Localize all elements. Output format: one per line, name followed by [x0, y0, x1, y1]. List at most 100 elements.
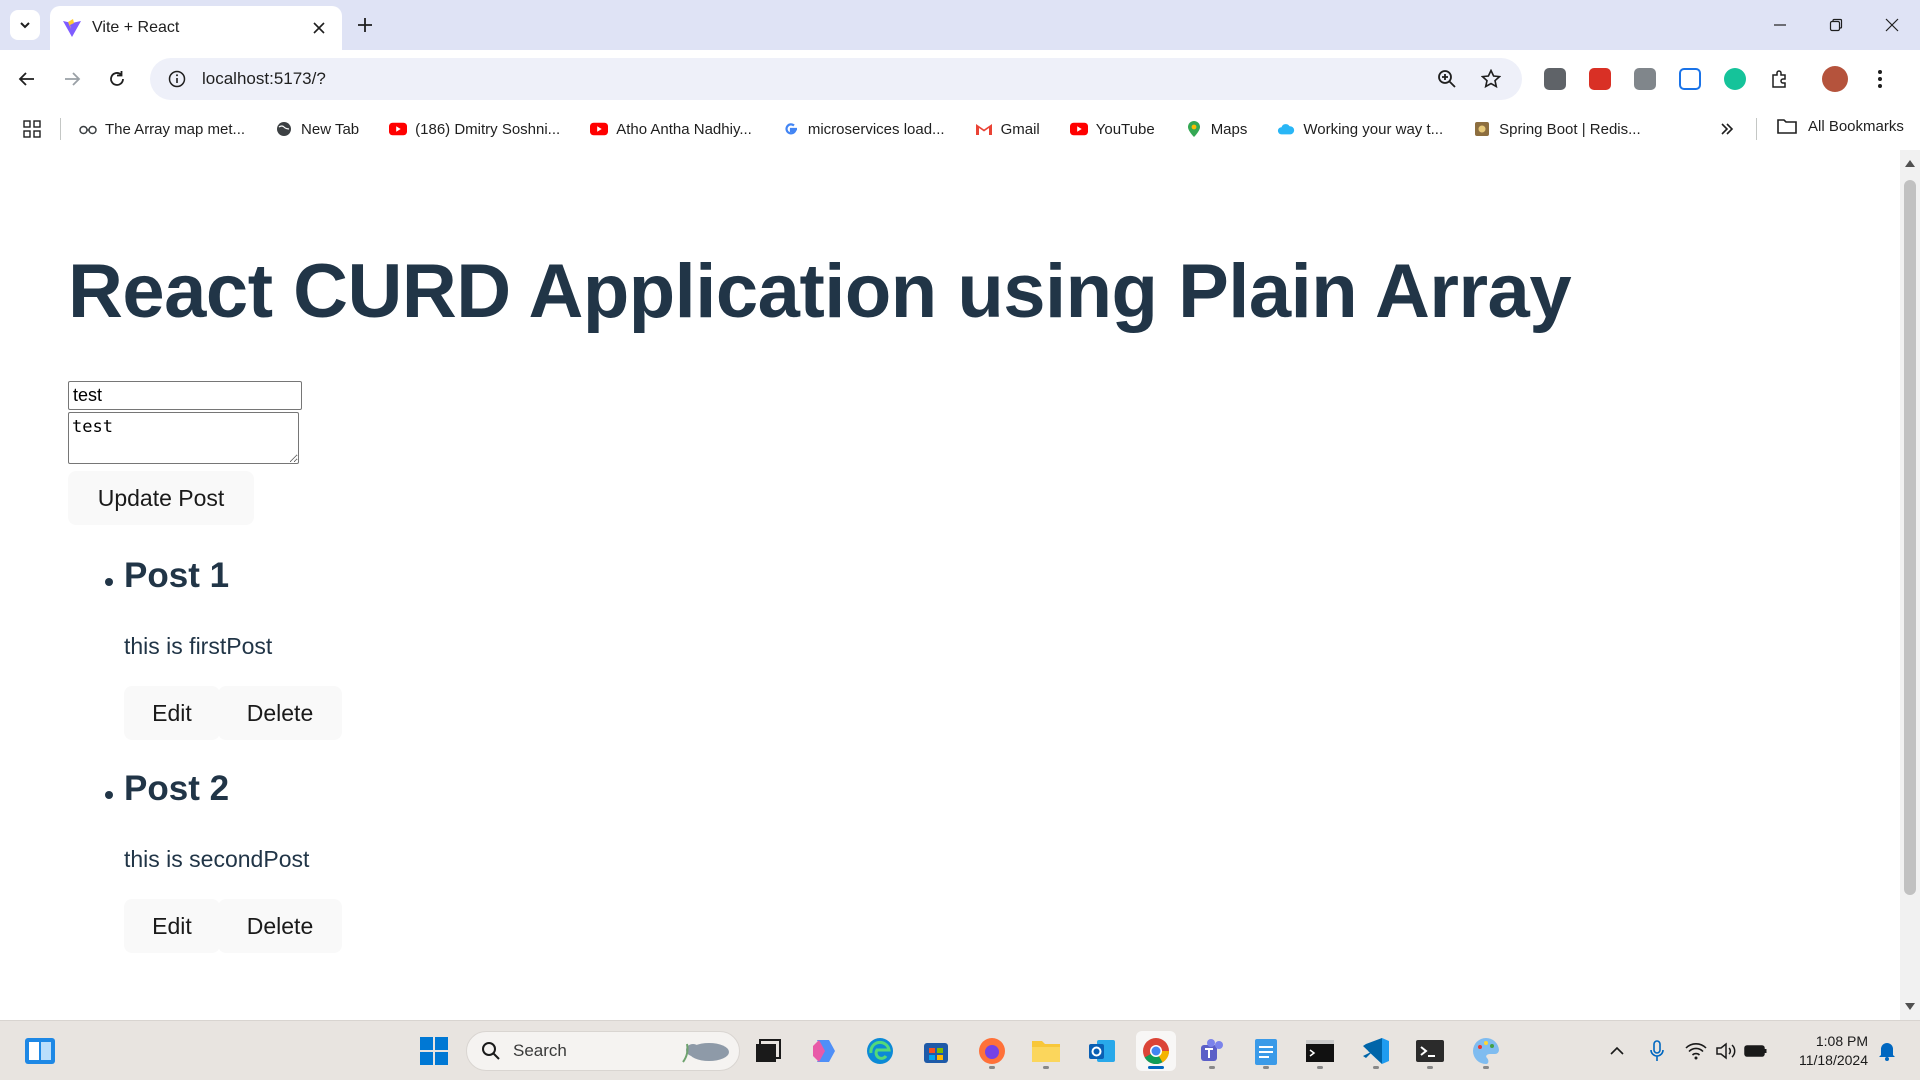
zoom-button[interactable]	[1432, 64, 1462, 94]
task-view-button[interactable]	[748, 1031, 788, 1071]
terminal-button[interactable]	[1410, 1031, 1450, 1071]
bookmark-item[interactable]: Gmail	[975, 120, 1040, 138]
notepad-button[interactable]	[1246, 1031, 1286, 1071]
volume-button[interactable]	[1710, 1031, 1742, 1071]
bookmark-item[interactable]: Atho Antha Nadhiy...	[590, 120, 752, 138]
info-icon	[168, 70, 186, 88]
extensions-menu-button[interactable]	[1763, 62, 1797, 96]
paint-button[interactable]	[1466, 1031, 1506, 1071]
chevron-double-right-icon	[1721, 123, 1734, 135]
notifications-button[interactable]	[1872, 1031, 1902, 1071]
widgets-button[interactable]	[20, 1031, 60, 1071]
close-icon	[1885, 18, 1899, 32]
bookmark-item[interactable]: microservices load...	[782, 120, 945, 138]
store-button[interactable]	[916, 1031, 956, 1071]
bookmark-item[interactable]: Maps	[1185, 120, 1247, 138]
new-tab-button[interactable]	[350, 10, 380, 40]
update-post-button[interactable]: Update Post	[68, 471, 254, 525]
paint-icon	[1473, 1038, 1499, 1064]
delete-button[interactable]: Delete	[218, 686, 342, 740]
search-label: Search	[513, 1041, 567, 1060]
microphone-button[interactable]	[1640, 1031, 1674, 1071]
extension-button[interactable]	[1673, 62, 1707, 96]
tab-title: Vite + React	[92, 19, 180, 36]
apps-grid-icon	[23, 120, 41, 138]
maps-icon	[1185, 120, 1203, 138]
google-icon	[782, 120, 800, 138]
wifi-button[interactable]	[1680, 1031, 1712, 1071]
bookmarks-overflow-button[interactable]	[1714, 116, 1740, 142]
vite-icon	[63, 19, 81, 37]
start-button[interactable]	[414, 1031, 454, 1071]
back-button[interactable]	[10, 62, 44, 96]
clock[interactable]: 1:08 PM 11/18/2024	[1784, 1032, 1868, 1070]
address-bar[interactable]: localhost:5173/?	[150, 58, 1522, 100]
tab-close-button[interactable]	[308, 17, 330, 39]
minimize-button[interactable]	[1752, 0, 1808, 50]
vscode-button[interactable]	[1356, 1031, 1396, 1071]
site-info-button[interactable]	[166, 68, 188, 90]
extension-button[interactable]	[1628, 62, 1662, 96]
tab-search-button[interactable]	[10, 10, 40, 40]
firefox-button[interactable]	[972, 1031, 1012, 1071]
battery-button[interactable]	[1740, 1031, 1772, 1071]
grammarly-icon	[1724, 68, 1746, 90]
search-icon	[482, 1042, 500, 1060]
scroll-up-arrow[interactable]	[1905, 160, 1915, 167]
plus-icon	[358, 18, 372, 32]
post-title-input[interactable]	[68, 381, 302, 410]
chrome-button[interactable]	[1136, 1031, 1176, 1071]
profile-avatar[interactable]	[1818, 62, 1852, 96]
page-scrollbar[interactable]	[1900, 150, 1920, 1020]
extension-button[interactable]	[1583, 62, 1617, 96]
restore-button[interactable]	[1808, 0, 1864, 50]
cmd-button[interactable]	[1300, 1031, 1340, 1071]
arrow-left-icon	[18, 72, 34, 86]
copilot-button[interactable]	[804, 1031, 844, 1071]
post-body: this is secondPost	[124, 846, 310, 872]
bookmark-star-button[interactable]	[1476, 64, 1506, 94]
bookmark-item[interactable]: YouTube	[1069, 120, 1155, 138]
browser-tab-active[interactable]: Vite + React	[50, 6, 342, 50]
running-indicator	[1427, 1066, 1433, 1069]
zoom-icon	[1438, 70, 1456, 88]
post-body-textarea[interactable]	[68, 412, 299, 464]
bookmark-label: microservices load...	[807, 120, 945, 138]
extension-button[interactable]	[1538, 62, 1572, 96]
file-explorer-icon	[1032, 1041, 1060, 1062]
close-window-button[interactable]	[1864, 0, 1920, 50]
reload-button[interactable]	[100, 62, 134, 96]
bookmark-label: Gmail	[1000, 120, 1040, 138]
spring-icon	[1473, 120, 1491, 138]
running-indicator	[989, 1066, 995, 1069]
url-text[interactable]: localhost:5173/?	[202, 69, 1418, 89]
bookmark-item[interactable]: The Array map met...	[79, 120, 245, 138]
taskbar-search[interactable]: Search	[466, 1031, 740, 1071]
apps-button[interactable]	[20, 117, 44, 141]
edge-button[interactable]	[860, 1031, 900, 1071]
bookmark-item[interactable]: New Tab	[275, 120, 359, 138]
scroll-down-arrow[interactable]	[1905, 1003, 1915, 1010]
bookmark-item[interactable]: Working your way t...	[1277, 120, 1443, 138]
bookmark-item[interactable]: Spring Boot | Redis...	[1473, 120, 1641, 138]
bookmark-item[interactable]: (186) Dmitry Soshni...	[389, 120, 560, 138]
all-bookmarks-button[interactable]: All Bookmarks	[1776, 116, 1904, 136]
edit-button[interactable]: Edit	[124, 899, 220, 953]
puzzle-icon	[1772, 70, 1786, 88]
forward-button[interactable]	[55, 62, 89, 96]
teams-button[interactable]	[1192, 1031, 1232, 1071]
microphone-icon	[1650, 1040, 1664, 1061]
youtube-icon	[590, 120, 609, 138]
glasses-icon	[79, 120, 97, 138]
edit-button[interactable]: Edit	[124, 686, 220, 740]
scroll-thumb[interactable]	[1904, 180, 1916, 895]
window-controls	[1752, 0, 1920, 50]
outlook-button[interactable]	[1082, 1031, 1122, 1071]
extension-button[interactable]	[1718, 62, 1752, 96]
chrome-icon	[1143, 1038, 1170, 1065]
file-explorer-button[interactable]	[1026, 1031, 1066, 1071]
browser-menu-button[interactable]	[1863, 62, 1897, 96]
delete-button[interactable]: Delete	[218, 899, 342, 953]
bookmark-label: (186) Dmitry Soshni...	[415, 120, 561, 138]
show-hidden-icons-button[interactable]	[1600, 1031, 1634, 1071]
